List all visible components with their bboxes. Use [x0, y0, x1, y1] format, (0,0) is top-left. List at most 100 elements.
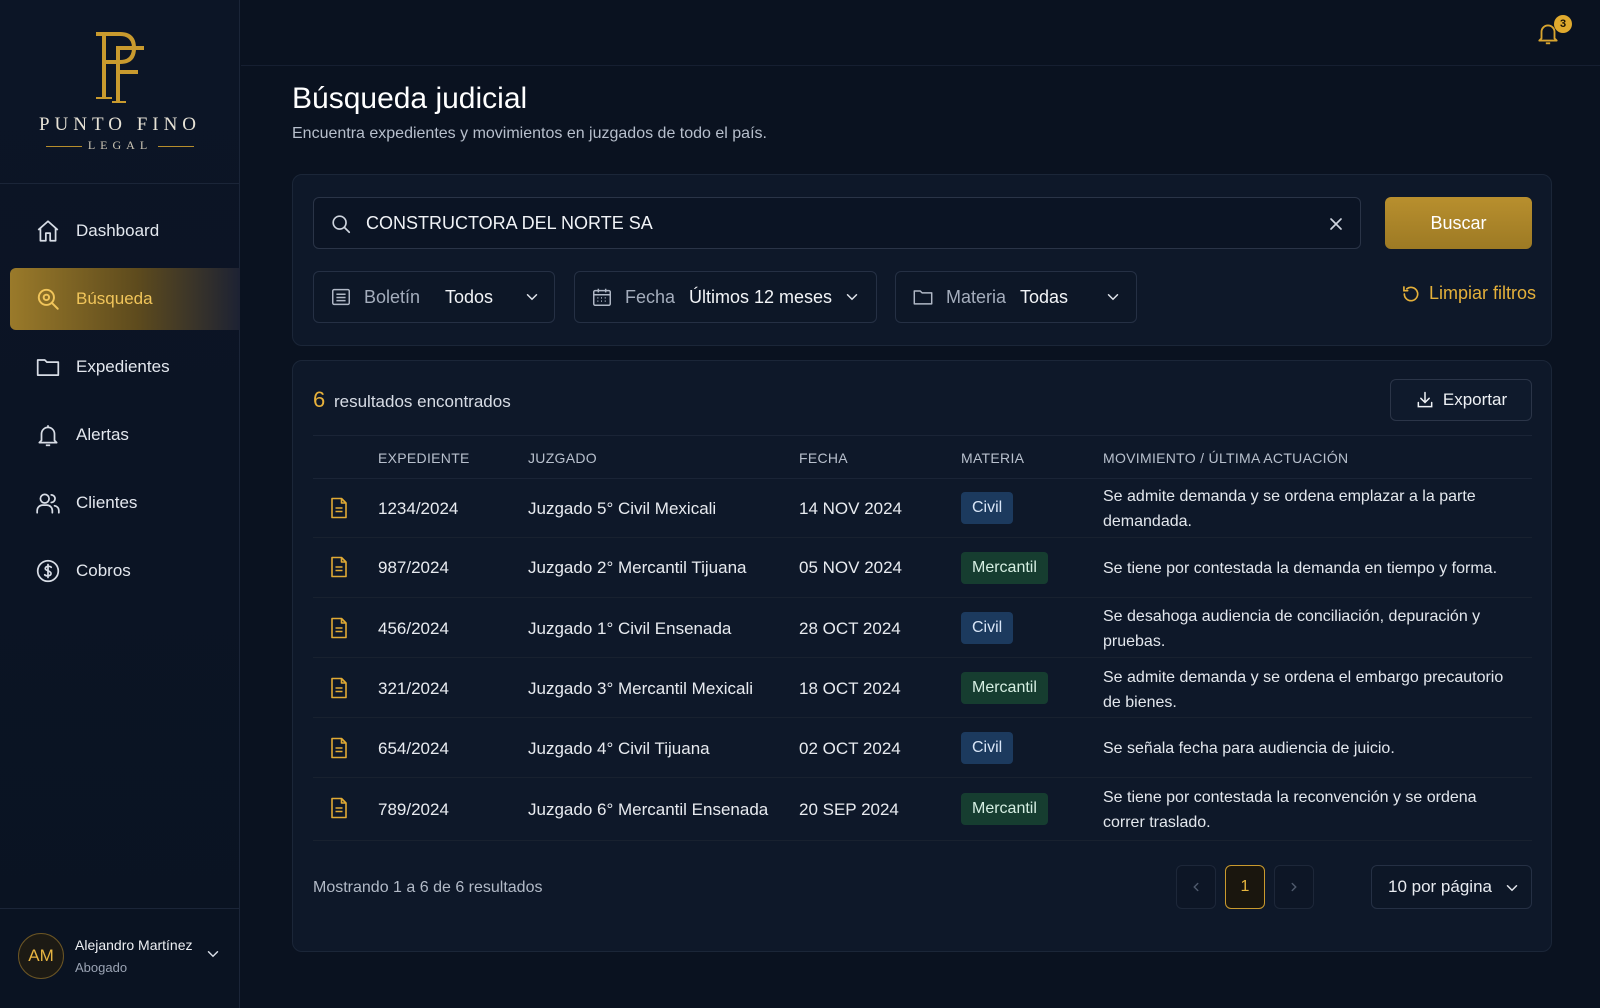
table-row[interactable]: 321/2024 Juzgado 3° Mercantil Mexicali 1…: [313, 658, 1532, 718]
download-icon: [1417, 391, 1433, 408]
cell-movimiento: Se admite demanda y se ordena el embargo…: [1103, 669, 1504, 711]
clear-filters-link[interactable]: Limpiar filtros: [1401, 283, 1536, 304]
sidebar-nav: Dashboard Búsqueda Expedientes Alertas C…: [10, 200, 240, 608]
user-role: Abogado: [75, 960, 128, 975]
sidebar-item-label: Dashboard: [76, 221, 160, 240]
cell-juzgado: Juzgado 5° Civil Mexicali: [528, 499, 717, 518]
filter-label: Boletín: [364, 286, 421, 307]
cell-expediente[interactable]: 456/2024: [378, 619, 449, 639]
clear-filters-label: Limpiar filtros: [1429, 283, 1537, 303]
sidebar-item-dashboard[interactable]: Dashboard: [10, 200, 240, 262]
cell-movimiento: Se admite demanda y se ordena emplazar a…: [1103, 488, 1476, 530]
sidebar-item-clientes[interactable]: Clientes: [10, 472, 240, 534]
results-count: 6 resultados encontrados: [313, 387, 511, 413]
sidebar-item-alertas[interactable]: Alertas: [10, 404, 240, 466]
calendar-icon: [593, 288, 611, 306]
column-header-movimiento[interactable]: MOVIMIENTO / ÚLTIMA ACTUACIÓN: [1103, 450, 1348, 466]
sidebar-item-busqueda[interactable]: Búsqueda: [10, 268, 240, 330]
users-icon: [34, 489, 62, 517]
folder-icon: [34, 353, 62, 381]
search-icon: [332, 215, 351, 234]
brand-name: PUNTO FINO: [38, 114, 202, 135]
user-name: Alejandro Martínez: [75, 937, 193, 953]
table-row[interactable]: 1234/2024 Juzgado 5° Civil Mexicali 14 N…: [313, 479, 1532, 538]
table-row[interactable]: 789/2024 Juzgado 6° Mercantil Ensenada 2…: [313, 778, 1532, 841]
page-button-current[interactable]: 1: [1225, 865, 1265, 909]
per-page-value: 10 por página: [1388, 877, 1492, 896]
previous-page-button[interactable]: [1176, 865, 1216, 909]
sidebar-item-cobros[interactable]: Cobros: [10, 540, 240, 602]
brand-logo: PUNTO FINO LEGAL: [0, 0, 240, 184]
column-header-expediente[interactable]: EXPEDIENTE: [378, 450, 470, 466]
cell-expediente[interactable]: 1234/2024: [378, 499, 458, 519]
sidebar-item-expedientes[interactable]: Expedientes: [10, 336, 240, 398]
document-icon: [331, 617, 347, 639]
export-button[interactable]: Exportar: [1390, 379, 1532, 421]
cell-movimiento: Se tiene por contestada la demanda en ti…: [1103, 560, 1498, 577]
results-count-number: 6: [313, 387, 326, 412]
document-icon: [331, 556, 347, 578]
per-page-select[interactable]: 10 por página: [1371, 865, 1532, 909]
cell-movimiento: Se tiene por contestada la reconvención …: [1103, 789, 1477, 831]
materia-badge: Mercantil: [961, 793, 1048, 825]
page-title: Búsqueda judicial: [292, 82, 528, 115]
bell-icon: [34, 421, 62, 449]
search-panel: Buscar Boletín Todos Fecha Últimos 12 me…: [292, 174, 1552, 346]
sidebar-item-label: Cobros: [76, 561, 131, 580]
table-row[interactable]: 654/2024 Juzgado 4° Civil Tijuana 02 OCT…: [313, 718, 1532, 778]
chevron-right-icon: [1291, 882, 1297, 892]
clear-search-icon[interactable]: [1326, 214, 1346, 234]
materia-badge: Mercantil: [961, 552, 1048, 584]
cell-fecha: 14 NOV 2024: [799, 499, 903, 518]
filter-value: Últimos 12 meses: [689, 286, 833, 307]
table-row[interactable]: 987/2024 Juzgado 2° Mercantil Tijuana 05…: [313, 538, 1532, 598]
cell-expediente[interactable]: 321/2024: [378, 679, 449, 699]
cell-fecha: 18 OCT 2024: [799, 679, 901, 698]
user-menu[interactable]: AM Alejandro Martínez Abogado: [0, 908, 240, 1008]
sidebar-item-label: Clientes: [76, 493, 138, 512]
cell-juzgado: Juzgado 4° Civil Tijuana: [528, 739, 710, 758]
search-input[interactable]: [366, 198, 1286, 248]
cell-fecha: 20 SEP 2024: [799, 800, 899, 819]
document-icon: [331, 497, 347, 519]
pagination-summary: Mostrando 1 a 6 de 6 resultados: [313, 879, 543, 896]
cell-juzgado: Juzgado 3° Mercantil Mexicali: [528, 679, 754, 698]
materia-badge: Civil: [961, 492, 1014, 524]
home-icon: [34, 217, 62, 245]
chevron-down-icon: [846, 294, 858, 301]
refresh-icon: [1403, 285, 1419, 302]
filter-value: Todos: [445, 286, 494, 307]
avatar: AM: [18, 933, 64, 979]
table-header: EXPEDIENTE JUZGADO FECHA MATERIA MOVIMIE…: [313, 435, 1532, 479]
filter-label: Materia: [946, 286, 1007, 307]
document-icon: [331, 797, 347, 819]
sidebar-item-label: Expedientes: [76, 357, 170, 376]
table-row[interactable]: 456/2024 Juzgado 1° Civil Ensenada 28 OC…: [313, 598, 1532, 658]
sidebar: PUNTO FINO LEGAL Dashboard Búsqueda Expe…: [0, 0, 240, 1008]
filter-fecha[interactable]: Fecha Últimos 12 meses: [574, 271, 877, 323]
search-doc-icon: [34, 285, 62, 313]
cell-juzgado: Juzgado 1° Civil Ensenada: [528, 619, 732, 638]
cell-juzgado: Juzgado 2° Mercantil Tijuana: [528, 558, 747, 577]
dollar-icon: [34, 557, 62, 585]
cell-expediente[interactable]: 987/2024: [378, 558, 449, 578]
cell-expediente[interactable]: 789/2024: [378, 800, 449, 820]
filter-boletin[interactable]: Boletín Todos: [313, 271, 555, 323]
notification-count-badge: 3: [1554, 15, 1572, 33]
materia-badge: Mercantil: [961, 672, 1048, 704]
column-header-materia[interactable]: MATERIA: [961, 450, 1024, 466]
cell-fecha: 02 OCT 2024: [799, 739, 901, 758]
cell-juzgado: Juzgado 6° Mercantil Ensenada: [528, 800, 769, 819]
next-page-button[interactable]: [1274, 865, 1314, 909]
results-table: EXPEDIENTE JUZGADO FECHA MATERIA MOVIMIE…: [313, 435, 1532, 841]
document-icon: [331, 677, 347, 699]
cell-expediente[interactable]: 654/2024: [378, 739, 449, 759]
materia-badge: Civil: [961, 732, 1014, 764]
filter-materia[interactable]: Materia Todas: [895, 271, 1137, 323]
search-button[interactable]: Buscar: [1385, 197, 1532, 249]
column-header-fecha[interactable]: FECHA: [799, 450, 848, 466]
export-label: Exportar: [1442, 390, 1508, 409]
column-header-juzgado[interactable]: JUZGADO: [528, 450, 597, 466]
chevron-down-icon: [526, 294, 538, 301]
chevron-down-icon[interactable]: [204, 945, 222, 963]
